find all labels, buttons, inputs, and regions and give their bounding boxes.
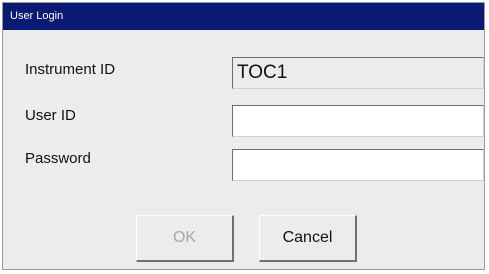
dialog-title: User Login (3, 3, 484, 30)
cancel-button[interactable]: Cancel (259, 215, 357, 262)
user-login-dialog: User Login Instrument ID TOC1 User ID Pa… (2, 2, 485, 270)
user-id-input[interactable] (232, 105, 484, 137)
instrument-id-field: TOC1 (232, 57, 484, 89)
ok-button[interactable]: OK (136, 215, 234, 262)
user-id-label: User ID (25, 107, 76, 124)
instrument-id-label: Instrument ID (25, 61, 116, 78)
password-input[interactable] (232, 149, 484, 181)
password-label: Password (25, 150, 91, 167)
